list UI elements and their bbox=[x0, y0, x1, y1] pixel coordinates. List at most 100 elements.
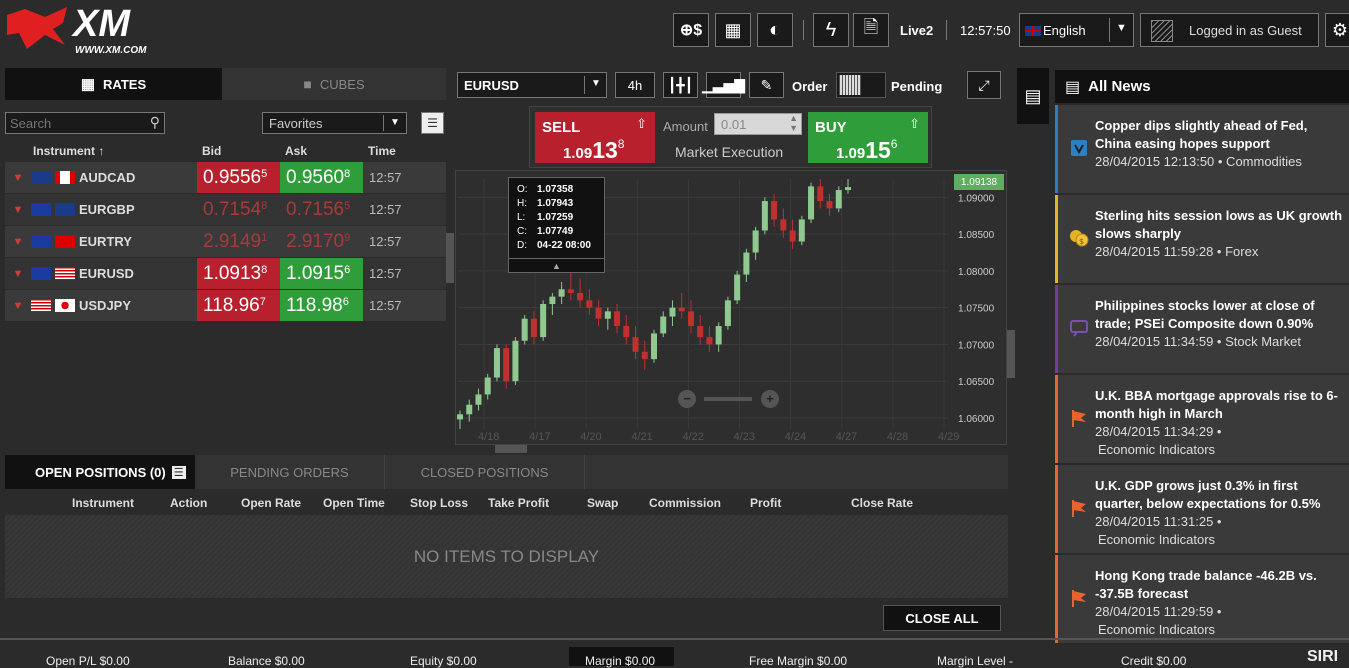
table-row[interactable]: ▼ USDJPY 118.96 7 118.98 6 12:57 bbox=[5, 290, 446, 321]
candle-body[interactable] bbox=[651, 333, 657, 360]
candle-body[interactable] bbox=[761, 201, 768, 231]
col-ask[interactable]: Ask bbox=[285, 144, 307, 158]
chart-side-handle[interactable] bbox=[1007, 330, 1015, 378]
news-item[interactable]: U.K. BBA mortgage approvals rise to 6-mo… bbox=[1055, 375, 1349, 463]
news-headline[interactable]: Philippines stocks lower at close of tra… bbox=[1095, 297, 1347, 333]
candle-body[interactable] bbox=[789, 230, 796, 242]
zoom-out-button[interactable]: − bbox=[678, 390, 696, 408]
timeframe-select[interactable]: 4h bbox=[615, 72, 655, 98]
candle-type-button[interactable]: ┃╋┃ bbox=[663, 72, 698, 98]
xm-logo[interactable]: XM WWW.XM.COM bbox=[5, 3, 155, 56]
candle-body[interactable] bbox=[780, 219, 787, 231]
chart-bottom-handle[interactable] bbox=[495, 445, 527, 453]
caret-down-icon[interactable]: ▼ bbox=[5, 236, 31, 248]
bid-cell[interactable]: 2.9149 1 bbox=[197, 226, 280, 257]
candle-body[interactable] bbox=[734, 274, 741, 301]
table-row[interactable]: ▼ AUDCAD 0.9556 5 0.9560 8 12:57 bbox=[5, 162, 446, 193]
theme-button[interactable]: ◐ bbox=[757, 13, 793, 47]
indicators-button[interactable]: ▁▃▅▇ bbox=[702, 72, 745, 98]
caret-down-icon[interactable]: ▼ bbox=[5, 300, 31, 312]
ask-cell[interactable]: 0.7156 5 bbox=[280, 194, 363, 225]
signals-button[interactable]: ϟ bbox=[813, 13, 849, 47]
candle-body[interactable] bbox=[641, 351, 648, 360]
candle-body[interactable] bbox=[614, 311, 621, 327]
candle-body[interactable] bbox=[586, 300, 593, 308]
candle-body[interactable] bbox=[549, 296, 556, 304]
news-item[interactable]: Copper dips slightly ahead of Fed, China… bbox=[1055, 105, 1349, 193]
candle-body[interactable] bbox=[457, 414, 463, 420]
search-box[interactable]: ⚲ bbox=[5, 112, 165, 134]
bid-cell[interactable]: 1.0913 8 bbox=[197, 258, 280, 289]
symbol-select[interactable]: EURUSD ▼ bbox=[457, 72, 607, 98]
candle-body[interactable] bbox=[660, 316, 667, 334]
filter-select[interactable]: Favorites ▼ bbox=[262, 112, 407, 134]
candle-body[interactable] bbox=[743, 252, 750, 275]
candle-body[interactable] bbox=[595, 307, 602, 319]
col-pos-take-profit[interactable]: Take Profit bbox=[488, 496, 549, 510]
col-time[interactable]: Time bbox=[368, 144, 396, 158]
tab-pending-orders[interactable]: PENDING ORDERS bbox=[195, 455, 385, 489]
settings-button[interactable]: ⚙ bbox=[1325, 13, 1349, 47]
deposit-button[interactable]: ⊕$ bbox=[673, 13, 709, 47]
ask-cell[interactable]: 2.9170 9 bbox=[280, 226, 363, 257]
list-view-button[interactable]: ☰ bbox=[421, 112, 444, 134]
col-pos-action[interactable]: Action bbox=[170, 496, 207, 510]
candle-body[interactable] bbox=[835, 190, 842, 209]
candle-body[interactable] bbox=[623, 326, 630, 338]
table-row[interactable]: ▼ EURUSD 1.0913 8 1.0915 6 12:57 bbox=[5, 258, 446, 289]
tab-rates[interactable]: ▦ RATES bbox=[5, 68, 222, 100]
candle-body[interactable] bbox=[678, 307, 685, 312]
col-pos-close-rate[interactable]: Close Rate bbox=[851, 496, 913, 510]
candle-body[interactable] bbox=[706, 337, 713, 345]
candle-body[interactable] bbox=[466, 404, 473, 415]
candle-body[interactable] bbox=[577, 292, 584, 301]
candle-body[interactable] bbox=[604, 311, 611, 319]
news-item[interactable]: U.K. GDP grows just 0.3% in first quarte… bbox=[1055, 465, 1349, 553]
col-pos-instrument[interactable]: Instrument bbox=[72, 496, 134, 510]
bid-cell[interactable]: 0.7154 8 bbox=[197, 194, 280, 225]
news-item[interactable]: Philippines stocks lower at close of tra… bbox=[1055, 285, 1349, 373]
candle-body[interactable] bbox=[530, 318, 537, 338]
col-instrument[interactable]: Instrument ↑ bbox=[33, 144, 104, 158]
login-button[interactable]: Logged in as Guest bbox=[1140, 13, 1319, 47]
zoom-slider[interactable] bbox=[704, 397, 752, 401]
candle-body[interactable] bbox=[503, 348, 510, 382]
language-select[interactable]: English ▼ bbox=[1019, 13, 1134, 47]
candle-body[interactable] bbox=[669, 307, 676, 317]
close-all-button[interactable]: CLOSE ALL bbox=[883, 605, 1001, 631]
col-pos-open-rate[interactable]: Open Rate bbox=[241, 496, 301, 510]
drawing-button[interactable]: ✎ bbox=[749, 72, 784, 98]
candle-body[interactable] bbox=[687, 311, 694, 327]
ask-cell[interactable]: 118.98 6 bbox=[280, 290, 363, 321]
col-pos-commission[interactable]: Commission bbox=[649, 496, 721, 510]
candle-body[interactable] bbox=[724, 300, 731, 327]
caret-down-icon[interactable]: ▼ bbox=[5, 172, 31, 184]
ask-cell[interactable]: 0.9560 8 bbox=[280, 162, 363, 193]
col-pos-profit[interactable]: Profit bbox=[750, 496, 781, 510]
col-pos-stop-loss[interactable]: Stop Loss bbox=[410, 496, 468, 510]
candle-body[interactable] bbox=[817, 186, 824, 202]
price-chart[interactable]: 1.09000 1.08500 1.08000 1.07500 1.07000 1.065… bbox=[455, 170, 1007, 445]
news-headline[interactable]: Sterling hits session lows as UK growth … bbox=[1095, 207, 1347, 243]
tab-open-positions[interactable]: OPEN POSITIONS (0) ☰ bbox=[5, 455, 195, 489]
candle-body[interactable] bbox=[540, 304, 547, 338]
candle-body[interactable] bbox=[521, 318, 528, 341]
news-headline[interactable]: Copper dips slightly ahead of Fed, China… bbox=[1095, 117, 1347, 153]
candle-body[interactable] bbox=[771, 201, 778, 220]
candle-body[interactable] bbox=[558, 289, 565, 297]
list-icon[interactable]: ☰ bbox=[171, 465, 186, 479]
col-pos-swap[interactable]: Swap bbox=[587, 496, 618, 510]
candle-body[interactable] bbox=[697, 326, 704, 338]
bid-cell[interactable]: 0.9556 5 bbox=[197, 162, 280, 193]
tab-cubes[interactable]: ■ CUBES bbox=[222, 68, 446, 100]
candle-body[interactable] bbox=[512, 340, 519, 382]
candle-body[interactable] bbox=[715, 326, 722, 345]
news-headline[interactable]: Hong Kong trade balance -46.2B vs. -37.5… bbox=[1095, 567, 1347, 603]
news-headline[interactable]: U.K. GDP grows just 0.3% in first quarte… bbox=[1095, 477, 1347, 513]
candle-body[interactable] bbox=[632, 337, 639, 352]
zoom-in-button[interactable]: + bbox=[761, 390, 779, 408]
search-icon[interactable]: ⚲ bbox=[150, 114, 160, 131]
table-row[interactable]: ▼ EURTRY 2.9149 1 2.9170 9 12:57 bbox=[5, 226, 446, 257]
candle-body[interactable] bbox=[493, 348, 500, 378]
table-row[interactable]: ▼ EURGBP 0.7154 8 0.7156 5 12:57 bbox=[5, 194, 446, 225]
